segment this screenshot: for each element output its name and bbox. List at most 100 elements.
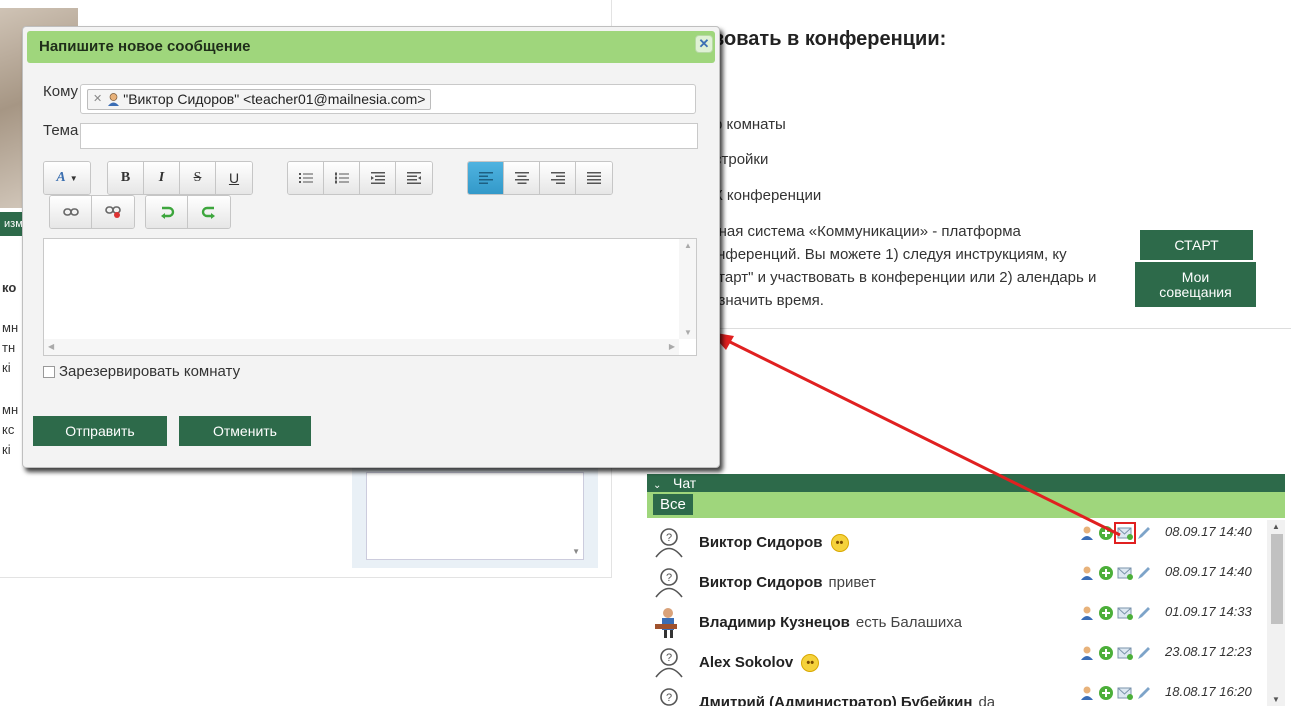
link-icon[interactable] xyxy=(50,196,92,228)
chat-message-text: привет xyxy=(828,574,876,591)
background-notes-textarea[interactable]: ▼ xyxy=(366,472,584,560)
conference-settings-link[interactable]: стройки xyxy=(714,151,768,168)
subject-input[interactable] xyxy=(80,123,698,149)
remove-recipient-icon[interactable]: ✕ xyxy=(93,90,102,109)
scroll-down-arrow-icon[interactable]: ▼ xyxy=(1272,695,1280,704)
add-contact-icon[interactable] xyxy=(1098,605,1114,621)
bold-button[interactable]: B xyxy=(108,162,144,194)
add-contact-icon[interactable] xyxy=(1098,525,1114,541)
message-editor[interactable]: ▲ ▼ ◀ ▶ xyxy=(43,238,697,356)
recipient-text: "Виктор Сидоров" <teacher01@mailnesia.co… xyxy=(123,91,426,107)
guitarist-avatar[interactable] xyxy=(653,606,685,638)
chat-scrollbar[interactable]: ▲ ▼ xyxy=(1267,520,1285,706)
send-mail-icon[interactable] xyxy=(1114,522,1136,544)
bullet-list-icon[interactable] xyxy=(288,162,324,194)
profile-icon[interactable] xyxy=(1079,645,1095,661)
undo-icon[interactable] xyxy=(146,196,188,228)
chat-actions xyxy=(1079,522,1152,544)
send-mail-icon[interactable] xyxy=(1117,565,1133,581)
chat-message-row: ? Дмитрий (Администратор) Бубейкин da 18.08… xyxy=(647,680,1267,706)
unknown-user-icon[interactable]: ? xyxy=(653,646,685,678)
indent-icon[interactable] xyxy=(396,162,432,194)
cancel-button[interactable]: Отменить xyxy=(179,416,311,446)
italic-button[interactable]: I xyxy=(144,162,180,194)
add-contact-icon[interactable] xyxy=(1098,565,1114,581)
send-mail-icon[interactable] xyxy=(1117,685,1133,701)
unlink-icon[interactable] xyxy=(92,196,134,228)
strikethrough-button[interactable]: S xyxy=(180,162,216,194)
conference-faq-link[interactable]: К конференции xyxy=(714,187,821,204)
recipient-tag[interactable]: ✕ "Виктор Сидоров" <teacher01@mailnesia.… xyxy=(87,89,432,110)
chat-author-name[interactable]: Alex Sokolov •• xyxy=(699,654,820,673)
chat-title: Чат xyxy=(673,475,697,491)
partial-text: кс xyxy=(2,422,15,437)
pencil-icon[interactable] xyxy=(1136,685,1152,701)
start-button[interactable]: СТАРТ xyxy=(1140,230,1253,260)
conference-description: онная система «Коммуникации» - платформа… xyxy=(702,223,1097,309)
chat-timestamp: 23.08.17 12:23 xyxy=(1165,644,1252,659)
highlight-box xyxy=(1114,522,1136,544)
pencil-icon[interactable] xyxy=(1136,605,1152,621)
chat-author-name[interactable]: Виктор Сидоров •• xyxy=(699,534,849,553)
send-mail-icon[interactable] xyxy=(1117,605,1133,621)
pencil-icon[interactable] xyxy=(1136,645,1152,661)
pencil-icon[interactable] xyxy=(1136,565,1152,581)
chat-timestamp: 08.09.17 14:40 xyxy=(1165,564,1252,579)
underline-button[interactable]: U xyxy=(216,162,252,194)
conference-room-link[interactable]: р комнаты xyxy=(714,116,786,133)
profile-icon[interactable] xyxy=(1079,525,1095,541)
chat-header[interactable]: ⌄ Чат xyxy=(647,474,1285,492)
unknown-user-icon[interactable]: ? xyxy=(653,566,685,598)
redo-icon[interactable] xyxy=(188,196,230,228)
numbered-list-icon[interactable] xyxy=(324,162,360,194)
align-right-icon[interactable] xyxy=(540,162,576,194)
partial-text: кі xyxy=(2,442,11,457)
recipients-field[interactable]: ✕ "Виктор Сидоров" <teacher01@mailnesia.… xyxy=(80,84,696,114)
outdent-icon[interactable] xyxy=(360,162,396,194)
align-center-icon[interactable] xyxy=(504,162,540,194)
send-mail-icon[interactable] xyxy=(1117,645,1133,661)
chat-actions xyxy=(1079,684,1152,702)
chat-widget: ⌄ Чат Все ? Виктор Сидоров •• 08.09.17 14:40… xyxy=(647,474,1285,706)
chat-author-name[interactable]: Владимир Кузнецов есть Балашиха xyxy=(699,614,962,631)
chat-message-text: da xyxy=(978,694,996,706)
my-meetings-button[interactable]: Мои совещания xyxy=(1135,262,1256,307)
pencil-icon[interactable] xyxy=(1136,525,1152,541)
new-message-dialog: Напишите новое сообщение ✕ Кому ✕ "Викто… xyxy=(22,26,720,468)
editor-vertical-scrollbar[interactable]: ▲ ▼ xyxy=(679,239,696,339)
align-left-icon[interactable] xyxy=(468,162,504,194)
chevron-down-icon[interactable]: ⌄ xyxy=(653,477,673,495)
editor-horizontal-scrollbar[interactable]: ◀ ▶ xyxy=(44,339,679,355)
font-color-button[interactable]: A ▼ xyxy=(44,162,90,194)
unknown-user-icon[interactable]: ? xyxy=(653,526,685,558)
chat-author-name[interactable]: Дмитрий (Администратор) Бубейкин da xyxy=(699,694,995,706)
scroll-left-arrow-icon[interactable]: ◀ xyxy=(48,342,54,351)
scroll-down-arrow-icon[interactable]: ▼ xyxy=(684,328,692,337)
scroll-down-arrow-icon[interactable]: ▼ xyxy=(572,547,580,556)
add-contact-icon[interactable] xyxy=(1098,645,1114,661)
scroll-up-arrow-icon[interactable]: ▲ xyxy=(684,241,692,250)
align-justify-icon[interactable] xyxy=(576,162,612,194)
profile-icon[interactable] xyxy=(1079,565,1095,581)
partial-text: тн xyxy=(2,340,16,355)
chat-tabs: Все xyxy=(647,492,1285,518)
chat-timestamp: 08.09.17 14:40 xyxy=(1165,524,1252,539)
unknown-user-icon[interactable]: ? xyxy=(653,686,685,706)
divider xyxy=(700,328,1291,329)
chat-timestamp: 01.09.17 14:33 xyxy=(1165,604,1252,619)
send-button[interactable]: Отправить xyxy=(33,416,167,446)
user-icon xyxy=(108,92,120,106)
add-contact-icon[interactable] xyxy=(1098,685,1114,701)
scroll-up-arrow-icon[interactable]: ▲ xyxy=(1272,522,1280,531)
chat-author-name[interactable]: Виктор Сидоров привет xyxy=(699,574,876,591)
scroll-thumb[interactable] xyxy=(1271,534,1283,624)
tab-all[interactable]: Все xyxy=(653,494,693,515)
profile-icon[interactable] xyxy=(1079,605,1095,621)
checkbox[interactable] xyxy=(43,365,55,378)
dialog-title[interactable]: Напишите новое сообщение xyxy=(27,31,715,63)
partial-text: кі xyxy=(2,360,11,375)
reserve-room-checkbox[interactable]: Зарезервировать комнату xyxy=(43,363,240,380)
close-icon[interactable]: ✕ xyxy=(695,35,713,53)
profile-icon[interactable] xyxy=(1079,685,1095,701)
scroll-right-arrow-icon[interactable]: ▶ xyxy=(669,342,675,351)
